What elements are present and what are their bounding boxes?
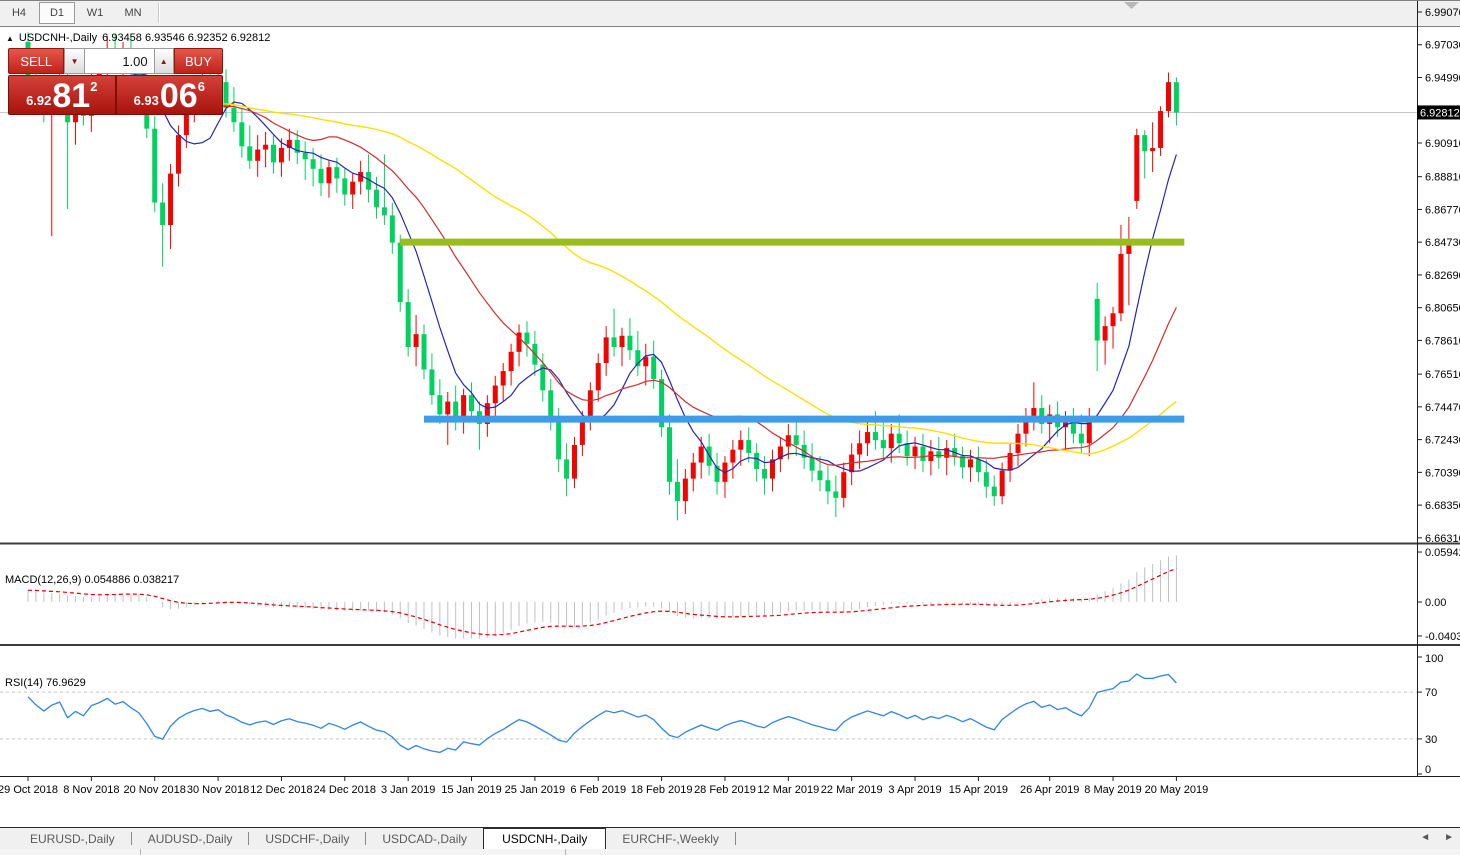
svg-text:6.86770: 6.86770 <box>1425 204 1460 216</box>
ask-price-major: 6.93 <box>133 93 159 108</box>
bid-price-box[interactable]: 6.92 81 2 <box>8 75 116 115</box>
chart-ohlc-values: 6.93458 6.93546 6.92352 6.92812 <box>102 32 271 44</box>
chart-tab-eurchf[interactable]: EURCHF-,Weekly <box>606 829 734 849</box>
price-axis: 6.99070 6.97030 6.94990 6.90910 6.88810 6.867… <box>1417 7 1460 545</box>
status-bar <box>0 849 1460 855</box>
chart-symbol-title: USDCNH-,Daily <box>18 32 98 44</box>
tab-scroll-arrows: ◄ ► <box>1420 832 1454 843</box>
svg-text:8 May 2019: 8 May 2019 <box>1084 784 1141 796</box>
chart-shift-marker-icon[interactable] <box>1124 2 1139 9</box>
moving-averages <box>27 72 1177 474</box>
svg-text:15 Apr 2019: 15 Apr 2019 <box>949 784 1008 796</box>
svg-text:6.88810: 6.88810 <box>1425 172 1460 184</box>
svg-text:22 Mar 2019: 22 Mar 2019 <box>821 784 883 796</box>
ask-price-point: 6 <box>197 79 205 94</box>
bid-price-pips: 81 <box>52 77 91 115</box>
svg-text:0.059422: 0.059422 <box>1425 547 1460 559</box>
svg-text:6.74470: 6.74470 <box>1425 402 1460 414</box>
mt4-terminal: H4D1W1MN 6.990706.970306.949906.909106.8… <box>0 0 1460 855</box>
sell-button[interactable]: SELL <box>8 48 65 74</box>
svg-text:6.68350: 6.68350 <box>1425 500 1460 512</box>
svg-text:26 Apr 2019: 26 Apr 2019 <box>1020 784 1079 796</box>
svg-text:6.70390: 6.70390 <box>1425 467 1460 479</box>
svg-text:6.94990: 6.94990 <box>1425 72 1460 84</box>
svg-text:6 Feb 2019: 6 Feb 2019 <box>570 784 626 796</box>
chart-canvas: 6.99070 6.97030 6.94990 6.90910 6.88810 6.867… <box>0 0 1460 796</box>
svg-text:12 Mar 2019: 12 Mar 2019 <box>757 784 819 796</box>
svg-text:6.82690: 6.82690 <box>1425 270 1460 282</box>
svg-text:70: 70 <box>1425 687 1437 699</box>
ma21-line[interactable] <box>27 80 1177 467</box>
svg-text:6.99070: 6.99070 <box>1425 7 1460 19</box>
chart-tab-audusd[interactable]: AUDUSD-,Daily <box>132 829 249 849</box>
svg-text:20 Nov 2018: 20 Nov 2018 <box>124 784 186 796</box>
bid-price-major: 6.92 <box>26 93 52 108</box>
svg-text:6.78610: 6.78610 <box>1425 335 1460 347</box>
svg-text:15 Jan 2019: 15 Jan 2019 <box>441 784 502 796</box>
volume-down-icon[interactable]: ▼ <box>64 48 85 74</box>
svg-text:28 Feb 2019: 28 Feb 2019 <box>694 784 756 796</box>
chart-tab-usdcnh[interactable]: USDCNH-,Daily <box>483 828 607 849</box>
svg-text:30 Nov 2018: 30 Nov 2018 <box>187 784 249 796</box>
volume-up-icon[interactable]: ▲ <box>153 48 174 74</box>
chart-tab-eurusd[interactable]: EURUSD-,Daily <box>14 829 131 849</box>
svg-text:30: 30 <box>1425 734 1437 746</box>
rsi-indicator: 100 70 30 0 <box>0 653 1443 776</box>
volume-input[interactable] <box>84 48 154 74</box>
rsi-indicator-label: RSI(14) 76.9629 <box>5 677 86 689</box>
svg-text:6.84730: 6.84730 <box>1425 237 1460 249</box>
status-cell <box>141 849 566 855</box>
status-cell <box>566 849 1460 855</box>
svg-text:100: 100 <box>1425 653 1443 665</box>
buy-button[interactable]: BUY <box>173 48 223 74</box>
svg-text:0: 0 <box>1425 764 1431 776</box>
svg-text:3 Apr 2019: 3 Apr 2019 <box>888 784 941 796</box>
svg-text:8 Nov 2018: 8 Nov 2018 <box>63 784 119 796</box>
macd-indicator-label: MACD(12,26,9) 0.054886 0.038217 <box>5 574 180 586</box>
collapse-panel-icon[interactable]: ▲ <box>6 34 14 43</box>
svg-text:29 Oct 2018: 29 Oct 2018 <box>0 784 58 796</box>
chart-title-bar: ▲ USDCNH-,Daily 6.93458 6.93546 6.92352 … <box>6 32 270 44</box>
tab-separator <box>734 832 736 845</box>
svg-text:24 Dec 2018: 24 Dec 2018 <box>314 784 376 796</box>
chart-tab-usdchf[interactable]: USDCHF-,Daily <box>249 829 365 849</box>
tab-scroll-right-icon[interactable]: ► <box>1444 832 1454 843</box>
svg-text:-0.040371: -0.040371 <box>1425 631 1460 643</box>
chart-window: 6.99070 6.97030 6.94990 6.90910 6.88810 6.867… <box>0 0 1460 827</box>
date-axis: 29 Oct 2018 8 Nov 2018 20 Nov 2018 30 Nov 2… <box>0 777 1208 796</box>
bid-price-point: 2 <box>90 79 98 94</box>
pane-borders <box>0 0 1460 777</box>
svg-text:25 Jan 2019: 25 Jan 2019 <box>505 784 566 796</box>
svg-text:3 Jan 2019: 3 Jan 2019 <box>381 784 435 796</box>
ask-price-pips: 06 <box>159 77 198 115</box>
svg-text:6.92812: 6.92812 <box>1420 107 1460 119</box>
ma8-line[interactable] <box>27 72 1177 474</box>
svg-text:6.76510: 6.76510 <box>1425 369 1460 381</box>
svg-text:20 May 2019: 20 May 2019 <box>1145 784 1209 796</box>
chart-tab-usdcad[interactable]: USDCAD-,Daily <box>366 829 483 849</box>
svg-text:6.72430: 6.72430 <box>1425 435 1460 447</box>
chart-tab-bar: EURUSD-,Daily AUDUSD-,Daily USDCHF-,Daily U… <box>0 827 1460 849</box>
ask-price-box[interactable]: 6.93 06 6 <box>115 75 223 115</box>
svg-text:6.80650: 6.80650 <box>1425 303 1460 315</box>
svg-text:6.90910: 6.90910 <box>1425 138 1460 150</box>
svg-text:6.97030: 6.97030 <box>1425 40 1460 52</box>
tab-scroll-left-icon[interactable]: ◄ <box>1420 832 1430 843</box>
chart-tabs: EURUSD-,Daily AUDUSD-,Daily USDCHF-,Daily U… <box>14 828 736 849</box>
one-click-trading-panel: SELL ▼ ▲ BUY 6.92 81 2 6.93 06 6 <box>8 48 223 115</box>
status-cell <box>0 849 141 855</box>
macd-indicator: 0.059422 0.00 -0.040371 <box>27 547 1460 643</box>
svg-text:18 Feb 2019: 18 Feb 2019 <box>631 784 693 796</box>
svg-text:6.66310: 6.66310 <box>1425 533 1460 545</box>
svg-text:0.00: 0.00 <box>1425 597 1446 609</box>
svg-text:12 Dec 2018: 12 Dec 2018 <box>250 784 312 796</box>
